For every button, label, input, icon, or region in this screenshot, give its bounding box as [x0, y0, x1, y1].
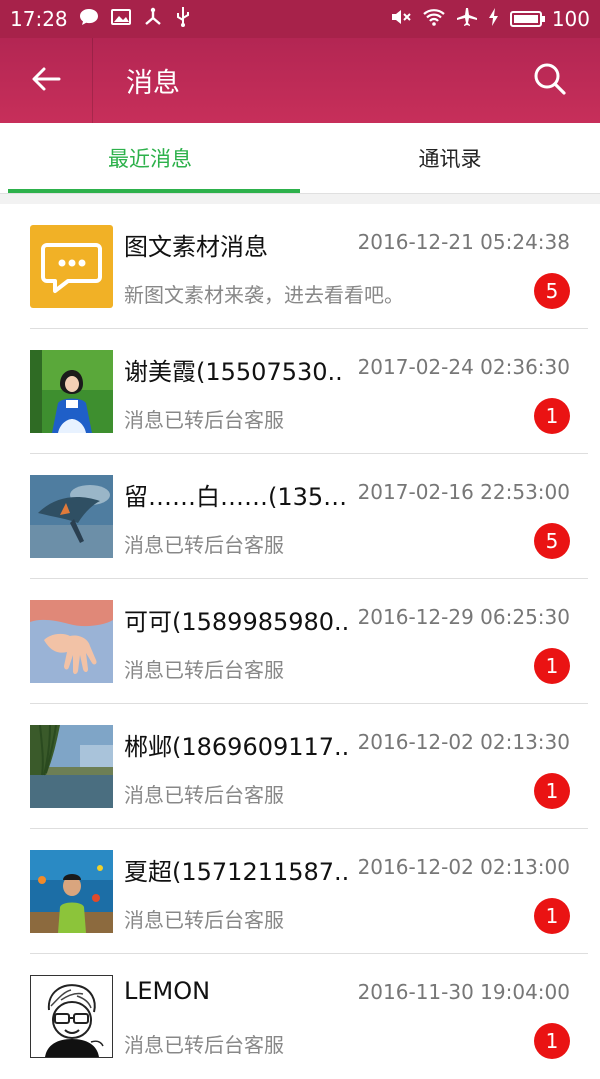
search-icon — [533, 62, 567, 100]
status-time: 17:28 — [10, 7, 68, 31]
message-time: 2016-12-02 02:13:00 — [357, 855, 570, 879]
manta-ray-avatar — [30, 475, 113, 558]
arrow-left-icon — [31, 66, 61, 96]
list-item[interactable]: LEMON 2016-11-30 19:04:00 消息已转后台客服 1 — [0, 954, 600, 1079]
contact-name: 夏超(1571211587.. — [124, 858, 350, 886]
message-preview: 消息已转后台客服 — [124, 1033, 284, 1057]
message-preview: 消息已转后台客服 — [124, 783, 284, 807]
list-item[interactable]: 夏超(1571211587.. 2016-12-02 02:13:00 消息已转… — [0, 829, 600, 954]
list-item[interactable]: 谢美霞(15507530.. 2017-02-24 02:36:30 消息已转后… — [0, 329, 600, 454]
baby-hand-avatar — [30, 600, 113, 683]
contact-name: 郴邺(1869609117.. — [124, 733, 350, 761]
contact-name: 图文素材消息 — [124, 233, 268, 261]
list-item[interactable]: 图文素材消息 2016-12-21 05:24:38 新图文素材来袭，进去看看吧… — [0, 204, 600, 329]
unread-badge: 1 — [534, 648, 570, 684]
divider — [0, 194, 600, 204]
message-time: 2016-12-21 05:24:38 — [357, 230, 570, 254]
picture-icon — [110, 7, 132, 31]
usb-icon — [174, 6, 192, 32]
message-time: 2017-02-24 02:36:30 — [357, 355, 570, 379]
battery-level: 100 — [551, 7, 590, 31]
share-icon — [142, 7, 164, 31]
message-time: 2016-12-02 02:13:30 — [357, 730, 570, 754]
unread-badge: 5 — [534, 523, 570, 559]
battery-icon — [509, 11, 545, 27]
status-left: 17:28 — [10, 6, 192, 32]
message-time: 2017-02-16 22:53:00 — [357, 480, 570, 504]
list-item[interactable]: 留……白……(13556.. 2017-02-16 22:53:00 消息已转后… — [0, 454, 600, 579]
airplane-icon — [456, 7, 478, 31]
message-list: 图文素材消息 2016-12-21 05:24:38 新图文素材来袭，进去看看吧… — [0, 204, 600, 1079]
lake-willow-avatar — [30, 725, 113, 808]
unread-badge: 1 — [534, 1023, 570, 1059]
news-chat-icon — [30, 225, 113, 308]
list-item[interactable]: 郴邺(1869609117.. 2016-12-02 02:13:30 消息已转… — [0, 704, 600, 829]
cartoon-boy-avatar — [30, 975, 113, 1058]
tab-contacts[interactable]: 通讯录 — [300, 123, 600, 193]
tab-bar: 最近消息 通讯录 — [0, 123, 600, 194]
contact-name: 谢美霞(15507530.. — [124, 358, 343, 386]
unread-badge: 1 — [534, 398, 570, 434]
chat-bubble-icon — [78, 7, 100, 31]
aquarium-boy-avatar — [30, 850, 113, 933]
app-bar: 消息 — [0, 38, 600, 123]
charging-icon — [488, 7, 500, 31]
message-preview: 消息已转后台客服 — [124, 533, 284, 557]
message-time: 2016-12-29 06:25:30 — [357, 605, 570, 629]
list-item[interactable]: 可可(1589985980.. 2016-12-29 06:25:30 消息已转… — [0, 579, 600, 704]
back-button[interactable] — [0, 38, 93, 123]
mute-icon — [390, 7, 412, 31]
unread-badge: 5 — [534, 273, 570, 309]
contact-name: 留……白……(13556.. — [124, 483, 354, 511]
search-button[interactable] — [500, 38, 600, 123]
contact-name: LEMON — [124, 977, 211, 1005]
message-preview: 消息已转后台客服 — [124, 408, 284, 432]
contact-name: 可可(1589985980.. — [124, 608, 350, 636]
message-preview: 消息已转后台客服 — [124, 908, 284, 932]
girl-photo-avatar — [30, 350, 113, 433]
wifi-icon — [422, 7, 446, 31]
status-bar: 17:28 100 — [0, 0, 600, 38]
message-preview: 新图文素材来袭，进去看看吧。 — [124, 283, 404, 307]
message-time: 2016-11-30 19:04:00 — [357, 980, 570, 1004]
unread-badge: 1 — [534, 773, 570, 809]
status-right: 100 — [390, 7, 590, 31]
message-preview: 消息已转后台客服 — [124, 658, 284, 682]
page-title: 消息 — [126, 68, 180, 99]
unread-badge: 1 — [534, 898, 570, 934]
tab-recent-messages[interactable]: 最近消息 — [0, 123, 300, 193]
